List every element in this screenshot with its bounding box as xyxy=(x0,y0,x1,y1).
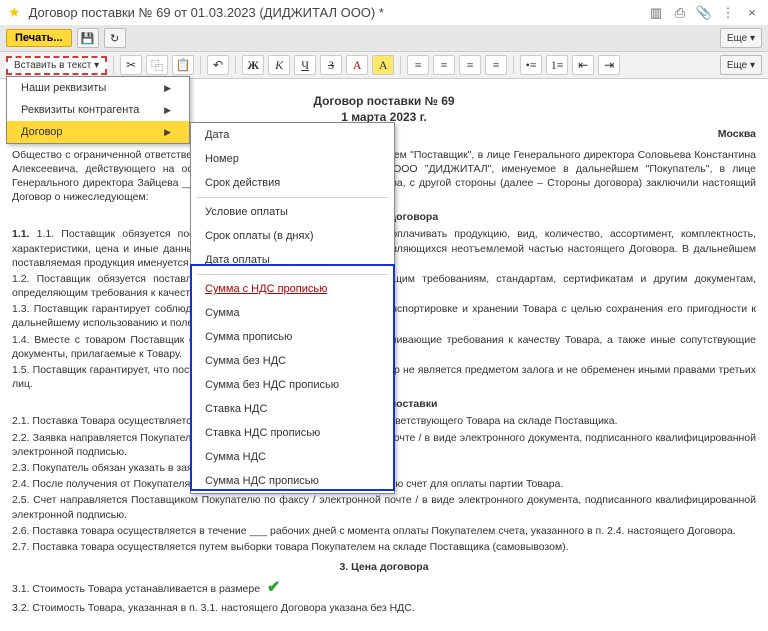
window-titlebar: ★ Договор поставки № 69 от 01.03.2023 (Д… xyxy=(0,0,768,25)
separator xyxy=(400,56,401,74)
paste-icon[interactable]: 📋 xyxy=(172,55,194,75)
toolbar-format: Вставить в текст ▾ ✂ ⿻ 📋 ↶ Ж К Ч З А А ≡… xyxy=(0,52,768,79)
menu2-item[interactable]: Условие оплаты xyxy=(191,200,394,224)
strike-button[interactable]: З xyxy=(320,55,342,75)
copy-icon[interactable]: ⿻ xyxy=(146,55,168,75)
menu2-item[interactable]: Сумма с НДС прописью xyxy=(191,277,394,301)
menu2-item[interactable]: Ставка НДС xyxy=(191,397,394,421)
menu2-item[interactable]: Сумма НДС xyxy=(191,445,394,469)
menu2-item[interactable]: Дата xyxy=(191,123,394,147)
italic-button[interactable]: К xyxy=(268,55,290,75)
list-bullet-icon[interactable]: •≡ xyxy=(520,55,542,75)
separator xyxy=(235,56,236,74)
section-3-header: 3. Цена договора xyxy=(12,560,756,574)
save-icon[interactable]: 💾 xyxy=(77,28,99,48)
separator xyxy=(200,56,201,74)
menu2-item[interactable]: Сумма прописью xyxy=(191,325,394,349)
save-header-icon[interactable]: ▥ xyxy=(648,5,664,21)
menu2-item[interactable]: Срок оплаты (в днях) xyxy=(191,224,394,248)
align-left-icon[interactable]: ≡ xyxy=(407,55,429,75)
separator xyxy=(513,56,514,74)
menu2-item[interactable]: Сумма без НДС прописью xyxy=(191,373,394,397)
toolbar-main: Печать... 💾 ↻ Еще ▾ xyxy=(0,25,768,52)
check-icon: ✔ xyxy=(267,579,280,596)
align-justify-icon[interactable]: ≡ xyxy=(485,55,507,75)
p-3-1: 3.1. Стоимость Товара устанавливается в … xyxy=(12,577,756,599)
close-icon[interactable]: × xyxy=(744,5,760,21)
menu2-item[interactable]: Срок действия xyxy=(191,171,394,195)
star-icon: ★ xyxy=(8,4,21,21)
menu1-item[interactable]: Реквизиты контрагента▶ xyxy=(7,99,189,121)
p-2-7: 2.7. Поставка товара осуществляется путе… xyxy=(12,540,756,554)
align-right-icon[interactable]: ≡ xyxy=(459,55,481,75)
print-header-icon[interactable]: ⎙ xyxy=(672,5,688,21)
undo-icon[interactable]: ↶ xyxy=(207,55,229,75)
separator xyxy=(113,56,114,74)
list-numbered-icon[interactable]: 1≡ xyxy=(546,55,568,75)
menu2-item[interactable]: Сумма xyxy=(191,301,394,325)
more-button-1[interactable]: Еще ▾ xyxy=(720,28,762,48)
print-button[interactable]: Печать... xyxy=(6,29,72,47)
refresh-icon[interactable]: ↻ xyxy=(104,28,126,48)
menu2-item[interactable]: Сумма НДС прописью xyxy=(191,469,394,493)
menu2-item[interactable]: Сумма без НДС xyxy=(191,349,394,373)
more-header-icon[interactable]: ⋮ xyxy=(720,5,736,21)
menu1-item[interactable]: Наши реквизиты▶ xyxy=(7,77,189,99)
context-menu-level-1: Наши реквизиты▶Реквизиты контрагента▶Дог… xyxy=(6,76,190,144)
bold-button[interactable]: Ж xyxy=(242,55,264,75)
indent-icon[interactable]: ⇥ xyxy=(598,55,620,75)
font-color-button[interactable]: А xyxy=(346,55,368,75)
more-button-2[interactable]: Еще ▾ xyxy=(720,55,762,75)
cut-icon[interactable]: ✂ xyxy=(120,55,142,75)
insert-text-button[interactable]: Вставить в текст ▾ xyxy=(6,56,107,75)
p-3-2: 3.2. Стоимость Товара, указанная в п. 3.… xyxy=(12,601,756,615)
context-menu-level-2: ДатаНомерСрок действия Условие оплатыСрок… xyxy=(190,122,395,494)
underline-button[interactable]: Ч xyxy=(294,55,316,75)
p-2-5: 2.5. Счет направляется Поставщиком Покуп… xyxy=(12,493,756,521)
outdent-icon[interactable]: ⇤ xyxy=(572,55,594,75)
attach-icon[interactable]: 📎 xyxy=(696,5,712,21)
menu1-item[interactable]: Договор▶ xyxy=(7,121,189,143)
window-title: Договор поставки № 69 от 01.03.2023 (ДИД… xyxy=(29,5,384,20)
menu2-item[interactable]: Дата оплаты xyxy=(191,248,394,272)
menu2-item[interactable]: Ставка НДС прописью xyxy=(191,421,394,445)
align-center-icon[interactable]: ≡ xyxy=(433,55,455,75)
menu-divider xyxy=(197,274,388,275)
menu2-item[interactable]: Номер xyxy=(191,147,394,171)
p-2-6: 2.6. Поставка товара осуществляется в те… xyxy=(12,524,756,538)
menu-divider xyxy=(197,197,388,198)
highlight-button[interactable]: А xyxy=(372,55,394,75)
